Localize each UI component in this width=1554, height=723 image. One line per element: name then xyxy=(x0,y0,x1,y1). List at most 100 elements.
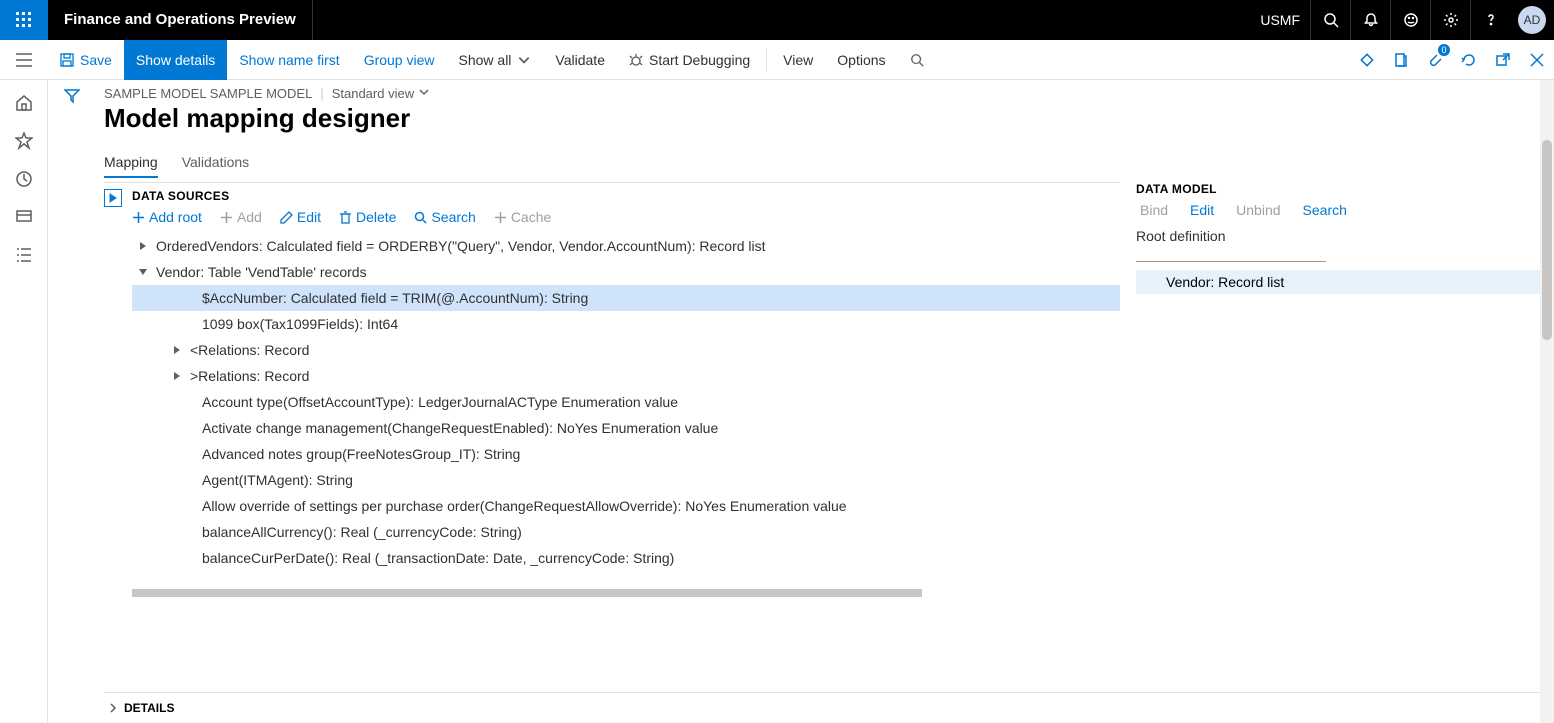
debug-icon xyxy=(629,53,643,67)
tree-node[interactable]: >Relations: Record xyxy=(132,363,1120,389)
bell-icon[interactable] xyxy=(1350,0,1390,40)
tree-node-label: Advanced notes group(FreeNotesGroup_IT):… xyxy=(202,441,520,467)
tree-node[interactable]: Agent(ITMAgent): String xyxy=(132,467,1120,493)
tree-node[interactable]: balanceCurPerDate(): Real (_transactionD… xyxy=(132,545,1120,571)
close-icon[interactable] xyxy=(1520,40,1554,80)
chevron-right-icon xyxy=(108,703,118,713)
expander-icon[interactable] xyxy=(170,346,184,354)
cache-label: Cache xyxy=(511,209,551,225)
tree-node[interactable]: Account type(OffsetAccountType): LedgerJ… xyxy=(132,389,1120,415)
horizontal-scrollbar[interactable] xyxy=(132,589,1120,599)
data-model-title: DATA MODEL xyxy=(1136,182,1546,196)
tree-node-label: <Relations: Record xyxy=(190,337,309,363)
avatar[interactable]: AD xyxy=(1518,6,1546,34)
data-sources-tree[interactable]: OrderedVendors: Calculated field = ORDER… xyxy=(132,233,1120,571)
tree-node[interactable]: <Relations: Record xyxy=(132,337,1120,363)
add-root-label: Add root xyxy=(149,209,202,225)
home-icon[interactable] xyxy=(0,84,48,122)
tree-node[interactable]: $AccNumber: Calculated field = TRIM(@.Ac… xyxy=(132,285,1120,311)
breadcrumb-model: SAMPLE MODEL SAMPLE MODEL xyxy=(104,86,312,101)
options-button[interactable]: Options xyxy=(825,40,897,80)
show-details-button[interactable]: Show details xyxy=(124,40,227,80)
root-definition-field[interactable] xyxy=(1136,248,1326,262)
expand-data-sources[interactable] xyxy=(104,189,122,207)
tree-node-label: Activate change management(ChangeRequest… xyxy=(202,415,718,441)
dm-search-button[interactable]: Search xyxy=(1299,202,1347,218)
tree-node-label: Allow override of settings per purchase … xyxy=(202,493,847,519)
bind-label: Bind xyxy=(1140,202,1168,218)
bind-button: Bind xyxy=(1136,202,1168,218)
tree-node[interactable]: 1099 box(Tax1099Fields): Int64 xyxy=(132,311,1120,337)
delete-label: Delete xyxy=(356,209,396,225)
legal-entity[interactable]: USMF xyxy=(1250,12,1310,28)
save-label: Save xyxy=(80,52,112,68)
add-label: Add xyxy=(237,209,262,225)
app-launcher[interactable] xyxy=(0,0,48,40)
start-debugging-button[interactable]: Start Debugging xyxy=(617,40,762,80)
tree-node[interactable]: OrderedVendors: Calculated field = ORDER… xyxy=(132,233,1120,259)
view-label: Standard view xyxy=(332,86,414,101)
help-icon[interactable] xyxy=(1470,0,1510,40)
refresh-icon[interactable] xyxy=(1452,40,1486,80)
tree-node-label: 1099 box(Tax1099Fields): Int64 xyxy=(202,311,398,337)
gear-icon[interactable] xyxy=(1430,0,1470,40)
tab-mapping[interactable]: Mapping xyxy=(104,148,158,178)
expander-icon[interactable] xyxy=(136,268,150,276)
nav-toggle[interactable] xyxy=(0,40,48,80)
cmd-search-button[interactable] xyxy=(898,40,936,80)
add-root-button[interactable]: Add root xyxy=(132,209,202,225)
tab-validations[interactable]: Validations xyxy=(182,148,249,178)
view-picker[interactable]: Standard view xyxy=(332,86,430,101)
diamond-icon[interactable] xyxy=(1350,40,1384,80)
workspace-icon[interactable] xyxy=(0,198,48,236)
ds-search-button[interactable]: Search xyxy=(414,209,475,225)
tree-node[interactable]: Activate change management(ChangeRequest… xyxy=(132,415,1120,441)
cache-button: Cache xyxy=(494,209,551,225)
view-button[interactable]: View xyxy=(771,40,825,80)
show-all-label: Show all xyxy=(459,52,512,68)
tree-node-label: Account type(OffsetAccountType): LedgerJ… xyxy=(202,389,678,415)
tree-node-label: $AccNumber: Calculated field = TRIM(@.Ac… xyxy=(202,285,588,311)
delete-button[interactable]: Delete xyxy=(339,209,396,225)
tree-node[interactable]: balanceAllCurrency(): Real (_currencyCod… xyxy=(132,519,1120,545)
unbind-button: Unbind xyxy=(1232,202,1280,218)
details-label: DETAILS xyxy=(124,701,174,715)
star-icon[interactable] xyxy=(0,122,48,160)
tree-node-label: Vendor: Table 'VendTable' records xyxy=(156,259,367,285)
tree-node-label: OrderedVendors: Calculated field = ORDER… xyxy=(156,233,766,259)
root-definition-label: Root definition xyxy=(1136,228,1546,244)
tree-node-label: >Relations: Record xyxy=(190,363,309,389)
app-title: Finance and Operations Preview xyxy=(48,0,313,40)
search-icon[interactable] xyxy=(1310,0,1350,40)
tree-node-label: Agent(ITMAgent): String xyxy=(202,467,353,493)
tree-node-label: balanceAllCurrency(): Real (_currencyCod… xyxy=(202,519,522,545)
ds-search-label: Search xyxy=(431,209,475,225)
vertical-scrollbar[interactable] xyxy=(1540,80,1554,723)
validate-button[interactable]: Validate xyxy=(543,40,617,80)
popout-icon[interactable] xyxy=(1486,40,1520,80)
group-view-button[interactable]: Group view xyxy=(352,40,447,80)
data-model-row[interactable]: Vendor: Record list xyxy=(1136,270,1546,294)
tree-node[interactable]: Allow override of settings per purchase … xyxy=(132,493,1120,519)
dm-edit-label: Edit xyxy=(1190,202,1214,218)
smiley-icon[interactable] xyxy=(1390,0,1430,40)
edit-label: Edit xyxy=(297,209,321,225)
filter-pane-toggle[interactable] xyxy=(48,80,96,723)
tree-node[interactable]: Vendor: Table 'VendTable' records xyxy=(132,259,1120,285)
expander-icon[interactable] xyxy=(136,242,150,250)
show-all-button[interactable]: Show all xyxy=(447,40,544,80)
add-button: Add xyxy=(220,209,262,225)
office-icon[interactable] xyxy=(1384,40,1418,80)
chevron-down-icon xyxy=(517,53,531,67)
save-button[interactable]: Save xyxy=(48,40,124,80)
details-expander[interactable]: DETAILS xyxy=(104,692,1546,723)
modules-icon[interactable] xyxy=(0,236,48,274)
show-name-first-button[interactable]: Show name first xyxy=(227,40,351,80)
dm-edit-button[interactable]: Edit xyxy=(1186,202,1214,218)
expander-icon[interactable] xyxy=(170,372,184,380)
recent-icon[interactable] xyxy=(0,160,48,198)
tree-node[interactable]: Advanced notes group(FreeNotesGroup_IT):… xyxy=(132,441,1120,467)
attach-icon[interactable]: 0 xyxy=(1418,40,1452,80)
edit-button[interactable]: Edit xyxy=(280,209,321,225)
start-debugging-label: Start Debugging xyxy=(649,52,750,68)
